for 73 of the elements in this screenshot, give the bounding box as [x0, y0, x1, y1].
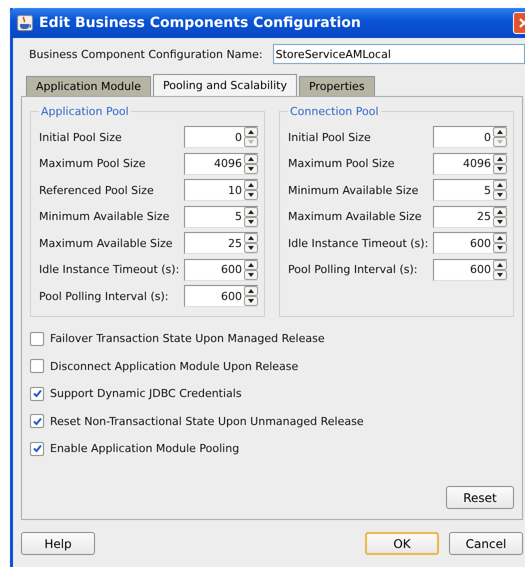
- spinner-field[interactable]: 600: [184, 258, 258, 281]
- spinner-field[interactable]: 5: [184, 206, 258, 228]
- field-label: Minimum Available Size: [39, 210, 170, 224]
- spin-up-icon[interactable]: [244, 260, 258, 270]
- checkbox-label: Support Dynamic JDBC Credentials: [50, 387, 242, 400]
- group-title: Connection Pool: [289, 105, 380, 118]
- spin-up-icon[interactable]: [244, 233, 258, 244]
- spin-down-icon[interactable]: [493, 164, 507, 174]
- spin-up-icon[interactable]: [493, 260, 507, 270]
- field-label: Initial Pool Size: [39, 130, 122, 144]
- tab[interactable]: Application Module: [26, 76, 151, 96]
- spinner-field[interactable]: 25: [184, 232, 258, 254]
- dialog-button[interactable]: Cancel: [449, 532, 523, 555]
- spin-down-icon[interactable]: [244, 164, 258, 174]
- field-label: Pool Polling Interval (s):: [39, 290, 168, 303]
- window-title: Edit Business Components Configuration: [39, 15, 361, 31]
- config-name-label: Business Component Configuration Name:: [29, 48, 263, 60]
- spin-down-icon[interactable]: [244, 270, 258, 280]
- field-label: Maximum Pool Size: [288, 157, 395, 170]
- field-label: Maximum Available Size: [288, 210, 422, 224]
- spinner-field[interactable]: 25: [433, 206, 507, 228]
- field-label: Referenced Pool Size: [39, 184, 154, 197]
- checkbox-label: Failover Transaction State Upon Managed Release: [50, 332, 325, 346]
- spin-down-icon[interactable]: [244, 296, 258, 306]
- field-label: Initial Pool Size: [288, 130, 371, 144]
- spinner-field[interactable]: 10: [184, 179, 258, 202]
- spin-down-icon[interactable]: [493, 216, 507, 227]
- checkbox[interactable]: [30, 414, 44, 428]
- checkbox-label: Reset Non-Transactional State Upon Unmanaged Release: [50, 414, 364, 428]
- spin-up-icon[interactable]: [493, 233, 507, 244]
- spinner-field[interactable]: 600: [433, 232, 507, 254]
- field-label: Maximum Available Size: [39, 236, 173, 250]
- config-name-field[interactable]: StoreServiceAMLocal: [272, 44, 525, 64]
- spin-up-icon[interactable]: [493, 180, 507, 190]
- spin-down-icon[interactable]: [244, 190, 258, 200]
- spinner-field[interactable]: 0: [184, 126, 258, 148]
- spin-down-icon[interactable]: [244, 216, 258, 227]
- checkbox-label: Enable Application Module Pooling: [50, 442, 240, 456]
- spin-down-icon[interactable]: [244, 243, 258, 254]
- spin-up-icon[interactable]: [244, 206, 258, 217]
- spin-up-icon[interactable]: [493, 206, 507, 217]
- spinner-field[interactable]: 5: [433, 179, 507, 202]
- spinner-field[interactable]: 0: [433, 126, 507, 148]
- spin-down-icon[interactable]: [493, 243, 507, 254]
- spin-up-icon[interactable]: [244, 127, 258, 138]
- spinner-field[interactable]: 4096: [184, 152, 258, 175]
- checkbox[interactable]: [30, 386, 44, 401]
- spinner-field[interactable]: 600: [184, 285, 258, 308]
- field-label: Idle Instance Timeout (s):: [288, 236, 428, 250]
- spinner-field[interactable]: 4096: [433, 152, 507, 175]
- dialog-button[interactable]: OK: [365, 532, 439, 555]
- checkbox[interactable]: [30, 332, 44, 346]
- spin-up-icon[interactable]: [244, 154, 258, 164]
- checkbox[interactable]: [30, 442, 44, 456]
- dialog-button[interactable]: Help: [21, 532, 95, 555]
- spinner-field[interactable]: 600: [433, 258, 507, 281]
- spin-up-icon[interactable]: [244, 180, 258, 190]
- checkbox-label: Disconnect Application Module Upon Release: [50, 360, 298, 373]
- tab[interactable]: Pooling and Scalability: [152, 74, 297, 96]
- spin-up-icon[interactable]: [493, 154, 507, 164]
- field-label: Idle Instance Timeout (s):: [39, 263, 180, 276]
- coffee-cup-icon: [17, 15, 33, 31]
- spin-down-icon[interactable]: [493, 190, 507, 200]
- field-label: Minimum Available Size: [288, 184, 418, 197]
- checkbox[interactable]: [30, 359, 44, 374]
- group-title: Application Pool: [40, 105, 130, 118]
- tab[interactable]: Properties: [298, 76, 375, 96]
- field-label: Pool Polling Interval (s):: [288, 263, 418, 276]
- spin-down-icon[interactable]: [493, 270, 507, 280]
- reset-button[interactable]: Reset: [446, 486, 514, 509]
- spin-up-icon[interactable]: [244, 286, 258, 296]
- spin-up-icon[interactable]: [493, 127, 507, 138]
- field-label: Maximum Pool Size: [39, 157, 146, 170]
